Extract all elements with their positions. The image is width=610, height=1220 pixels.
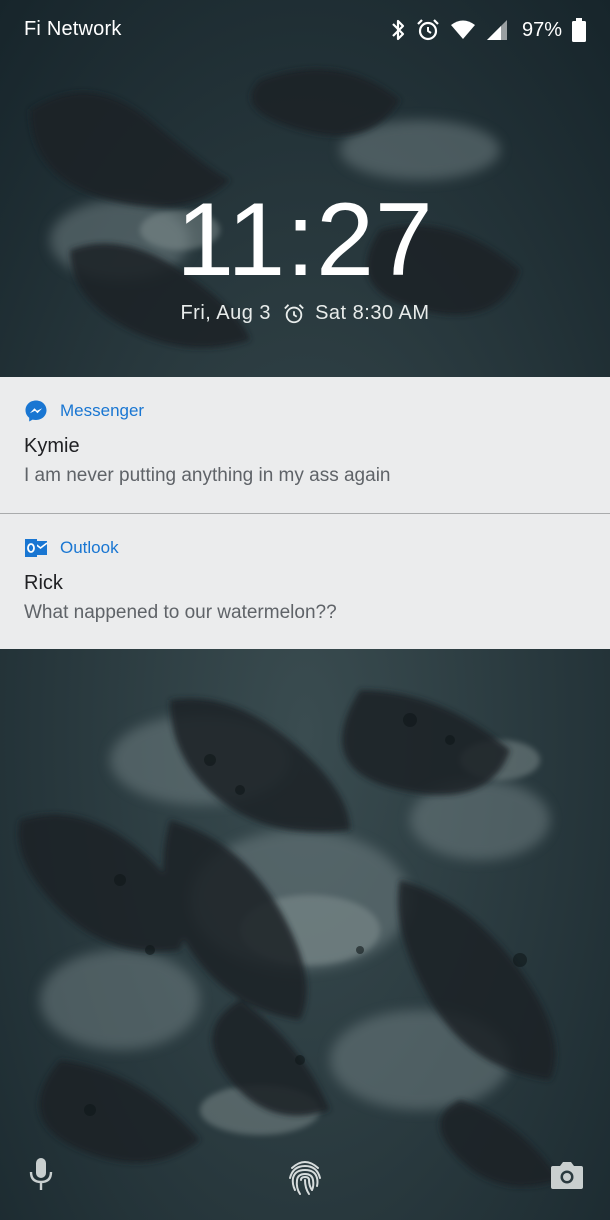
fingerprint-icon[interactable]: [286, 1158, 324, 1198]
outlook-icon: [25, 539, 48, 557]
battery-icon: [572, 18, 586, 42]
alarm-clock-icon: [284, 303, 304, 323]
lock-screen: Fi Network 97% 11:27 Fri, Aug 3 Sat 8:30…: [0, 0, 610, 1220]
notification-title: Rick: [24, 572, 63, 594]
microphone-icon[interactable]: [28, 1156, 54, 1192]
status-bar: Fi Network 97%: [0, 0, 610, 62]
wifi-icon: [450, 20, 475, 39]
notification-body: I am never putting anything in my ass ag…: [24, 465, 391, 486]
status-icons: 97%: [390, 16, 586, 44]
battery-percent: 97%: [521, 18, 562, 41]
notification-outlook[interactable]: Outlook Rick What nappened to our waterm…: [0, 514, 610, 649]
notification-title: Kymie: [24, 435, 80, 457]
notification-header: Messenger: [24, 399, 144, 423]
camera-icon[interactable]: [550, 1160, 584, 1190]
messenger-icon: [25, 400, 47, 422]
notification-header: Outlook: [24, 536, 119, 560]
date-alarm-row: Fri, Aug 3 Sat 8:30 AM: [0, 302, 610, 325]
notification-body: What nappened to our watermelon??: [24, 602, 337, 623]
lockscreen-date: Fri, Aug 3: [180, 302, 272, 324]
notification-app-name: Outlook: [60, 538, 119, 557]
lockscreen-clock: 11:27: [176, 182, 434, 298]
next-alarm: Sat 8:30 AM: [283, 302, 429, 325]
next-alarm-time: Sat 8:30 AM: [315, 302, 430, 324]
notification-messenger[interactable]: Messenger Kymie I am never putting anyth…: [0, 377, 610, 513]
notification-app-name: Messenger: [60, 401, 145, 420]
bluetooth-icon: [392, 19, 405, 41]
cell-signal-icon: [486, 20, 507, 40]
alarm-icon: [417, 19, 439, 41]
carrier-name: Fi Network: [24, 18, 122, 40]
